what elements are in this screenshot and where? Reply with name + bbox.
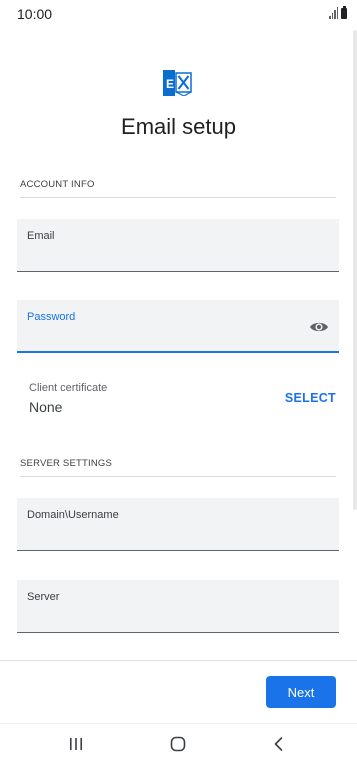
client-certificate-value: None <box>29 399 63 415</box>
account-info-divider <box>20 197 336 198</box>
server-field[interactable]: Server <box>17 580 339 633</box>
status-time: 10:00 <box>17 6 53 22</box>
status-icons <box>329 6 347 19</box>
server-settings-divider <box>20 476 336 477</box>
navigation-bar <box>0 724 357 765</box>
account-info-heading: ACCOUNT INFO <box>20 179 95 190</box>
password-field[interactable]: Password <box>17 300 339 353</box>
signal-icon <box>329 7 338 19</box>
client-certificate-row: Client certificate None SELECT <box>17 376 339 420</box>
scrollbar[interactable] <box>353 30 357 510</box>
password-field-label: Password <box>27 311 76 323</box>
server-settings-heading: SERVER SETTINGS <box>20 458 113 469</box>
home-icon[interactable] <box>166 732 190 756</box>
page-title: Email setup <box>121 114 236 139</box>
eye-icon[interactable] <box>309 320 329 334</box>
server-field-label: Server <box>27 591 60 603</box>
status-bar: 10:00 <box>0 0 357 30</box>
footer-divider <box>0 660 357 661</box>
client-certificate-label: Client certificate <box>29 382 108 394</box>
email-field-label: Email <box>27 230 55 242</box>
battery-icon <box>341 6 347 19</box>
domain-username-field[interactable]: Domain\Username <box>17 498 339 551</box>
svg-text:E: E <box>166 77 174 91</box>
email-field[interactable]: Email <box>17 219 339 272</box>
email-setup-screen: 10:00 E Email setup ACCOUNT INFO Email P… <box>0 0 357 765</box>
back-icon[interactable] <box>267 732 291 756</box>
exchange-logo-icon: E <box>163 70 192 96</box>
select-certificate-button[interactable]: SELECT <box>285 391 336 405</box>
domain-username-field-label: Domain\Username <box>27 509 119 521</box>
recents-icon[interactable] <box>64 732 88 756</box>
next-button[interactable]: Next <box>266 676 336 708</box>
